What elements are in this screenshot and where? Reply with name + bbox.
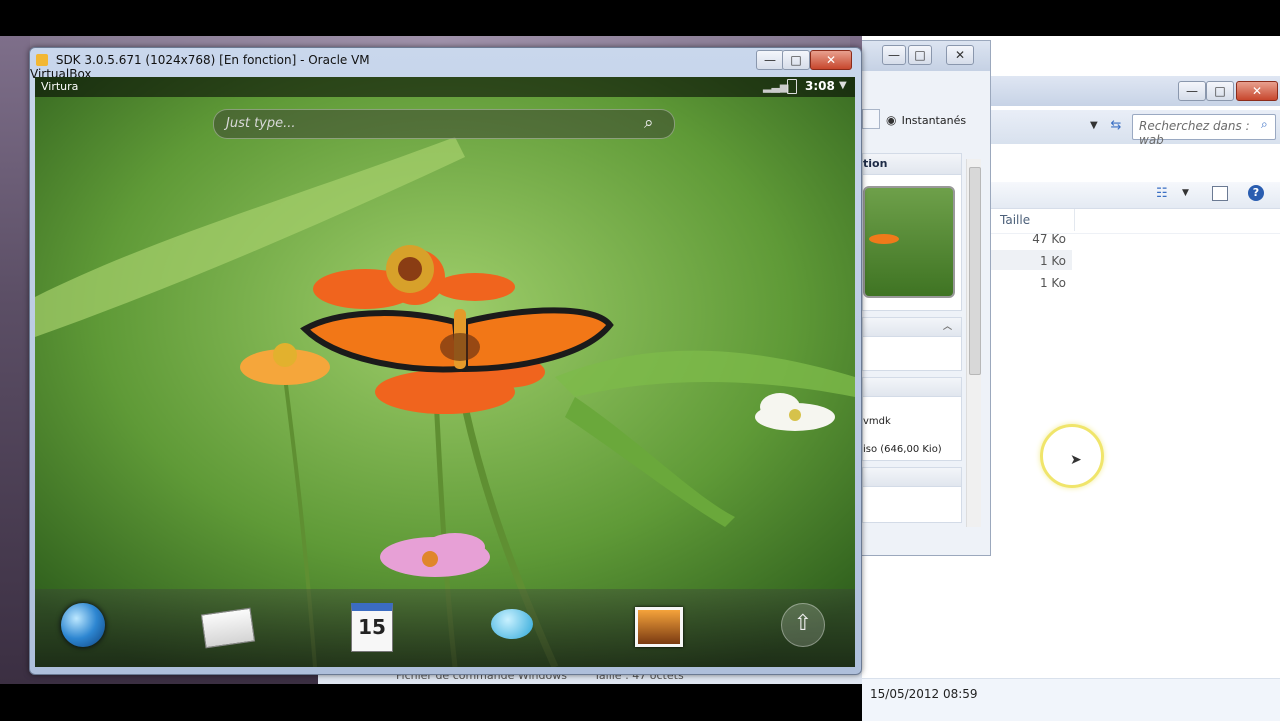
vm-screen[interactable]: Virtura ▂▃▅ 3:08 ▼ Just type... ⌕ 15 ⇧ [35, 77, 855, 667]
launcher-up-icon[interactable]: ⇧ [781, 603, 829, 651]
details-button[interactable] [862, 109, 880, 129]
app-dock: 15 ⇧ [35, 589, 855, 667]
chevron-down-icon[interactable]: ▼ [1182, 188, 1189, 198]
preview-panel: tion [862, 153, 962, 311]
vm-preview-thumbnail [863, 186, 955, 298]
butterfly-thumbnail [869, 234, 899, 244]
panel-header [863, 468, 961, 487]
search-placeholder: Recherchez dans : wab [1139, 119, 1250, 147]
search-placeholder: Just type... [226, 116, 296, 131]
status-date: 15/05/2012 08:59 [870, 687, 978, 701]
chevron-down-icon[interactable]: ▼ [1090, 116, 1104, 136]
preview-header: tion [863, 154, 961, 175]
storage-item[interactable]: iso (646,00 Kio) [863, 444, 942, 455]
snapshots-button[interactable]: ◉ Instantanés [886, 109, 986, 129]
just-type-search[interactable]: Just type... ⌕ [213, 109, 675, 139]
system-panel: ︿ [862, 317, 962, 371]
mail-icon[interactable] [200, 603, 256, 651]
snapshots-label: Instantanés [901, 114, 967, 127]
search-input[interactable]: Recherchez dans : wab ⌕ [1132, 114, 1276, 147]
close-button[interactable]: ✕ [1236, 81, 1278, 101]
chevron-down-icon[interactable]: ▼ [839, 80, 847, 91]
signal-icon: ▂▃▅ [763, 80, 789, 93]
virtualbox-icon [36, 54, 48, 66]
panel-header [863, 378, 961, 397]
search-icon[interactable]: ⌕ [1261, 117, 1268, 132]
vbox-titlebar: — □ ✕ [862, 41, 990, 71]
chat-icon[interactable] [491, 603, 539, 651]
mouse-cursor-icon: ➤ [1070, 452, 1082, 468]
close-button[interactable]: ✕ [946, 45, 974, 65]
close-button[interactable]: ✕ [810, 50, 852, 70]
battery-icon [787, 79, 797, 94]
scrollbar-thumb[interactable] [969, 167, 981, 375]
minimize-button[interactable]: — [1178, 81, 1206, 101]
panel-header: ︿ [863, 318, 961, 337]
preview-pane-icon[interactable] [1212, 186, 1228, 201]
column-divider [1074, 209, 1075, 231]
maximize-button[interactable]: □ [908, 45, 932, 65]
file-size-cell: 47 Ko [1032, 232, 1066, 246]
refresh-icon[interactable]: ⇆ [1106, 116, 1126, 136]
minimize-button[interactable]: — [882, 45, 906, 65]
butterfly-wallpaper [35, 77, 855, 667]
virtualbox-manager-window: — □ ✕ ◉ Instantanés tion ︿ vmdk iso (646… [862, 40, 991, 556]
help-icon[interactable]: ? [1248, 185, 1264, 201]
search-icon[interactable]: ⌕ [644, 113, 654, 133]
file-size-cell: 1 Ko [1039, 254, 1066, 268]
status-clock: 3:08 [805, 79, 835, 93]
audio-panel [862, 467, 962, 523]
storage-item[interactable]: vmdk [863, 416, 891, 427]
scrollbar[interactable] [966, 159, 981, 527]
calendar-icon[interactable]: 15 [351, 603, 399, 652]
explorer-status-bar: 15/05/2012 08:59 [862, 678, 1280, 721]
maximize-button[interactable]: □ [782, 50, 810, 70]
column-size-header[interactable]: Taille [1000, 213, 1030, 227]
file-size-cell: 1 Ko [1039, 276, 1066, 290]
view-options-icon[interactable]: ☷ [1156, 186, 1168, 201]
storage-panel: vmdk iso (646,00 Kio) [862, 377, 962, 461]
collapse-icon[interactable]: ︿ [943, 319, 952, 332]
device-name: Virtura [41, 80, 79, 93]
globe-icon[interactable] [61, 603, 109, 651]
maximize-button[interactable]: □ [1206, 81, 1234, 101]
minimize-button[interactable]: — [756, 50, 784, 70]
calendar-day: 15 [351, 603, 393, 652]
section-label: tion [863, 157, 888, 170]
device-status-bar: Virtura ▂▃▅ 3:08 ▼ [35, 77, 855, 97]
vm-window-title: SDK 3.0.5.671 (1024x768) [En fonction] -… [30, 53, 390, 81]
camera-icon: ◉ [886, 113, 897, 127]
photos-icon[interactable] [635, 603, 683, 651]
